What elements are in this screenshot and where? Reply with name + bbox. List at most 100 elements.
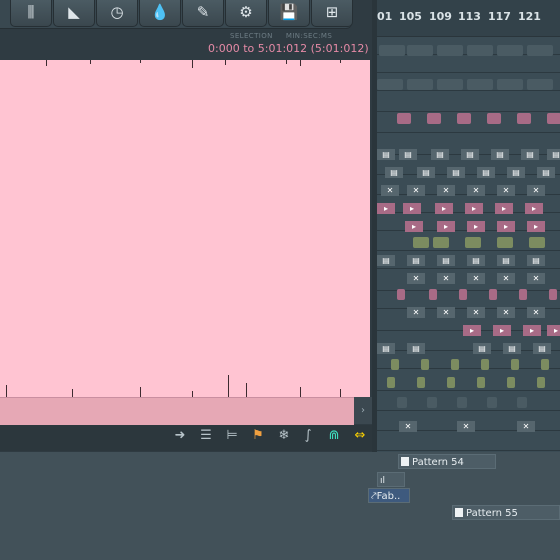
track-clip[interactable]: [467, 45, 493, 56]
indent-icon[interactable]: ⊨: [222, 428, 242, 443]
pattern-clip[interactable]: ✕: [497, 185, 515, 196]
track-clip[interactable]: [489, 289, 497, 300]
track-clip[interactable]: [437, 79, 463, 90]
pattern-clip[interactable]: ✕: [467, 273, 485, 284]
pattern-clip[interactable]: ▤: [377, 255, 395, 266]
pattern-clip[interactable]: ▸: [547, 325, 560, 336]
pattern-clip[interactable]: ▤: [377, 343, 395, 354]
track-clip[interactable]: [421, 359, 429, 370]
track-clip[interactable]: [527, 45, 553, 56]
track-clip[interactable]: [407, 79, 433, 90]
drop-button[interactable]: 💧: [139, 0, 181, 27]
track-clip[interactable]: [429, 289, 437, 300]
pattern-clip[interactable]: ▤: [503, 343, 521, 354]
waveform-view[interactable]: [0, 60, 370, 397]
pattern-clip[interactable]: ▸: [377, 203, 395, 214]
tuner-button[interactable]: ⚙: [225, 0, 267, 27]
pattern-clip[interactable]: ▤: [491, 149, 509, 160]
pattern-clip[interactable]: ▸: [405, 221, 423, 232]
pattern-clip[interactable]: ✕: [527, 273, 545, 284]
pattern-clip[interactable]: ✕: [527, 307, 545, 318]
align-icon[interactable]: ☰: [196, 428, 216, 443]
track-clip[interactable]: [457, 397, 467, 408]
track-clip[interactable]: [391, 359, 399, 370]
track-clip[interactable]: [447, 377, 455, 388]
pattern-clip[interactable]: ▤: [473, 343, 491, 354]
clock-button[interactable]: ◷: [96, 0, 138, 27]
pattern-clip[interactable]: ✕: [437, 307, 455, 318]
curve-icon[interactable]: ∫: [298, 428, 318, 443]
track-clip[interactable]: [387, 377, 395, 388]
pattern-clip[interactable]: Pattern 54: [398, 454, 496, 469]
pattern-clip[interactable]: ✕: [437, 273, 455, 284]
automation-clip[interactable]: ıl: [377, 472, 405, 487]
track-clip[interactable]: [459, 289, 467, 300]
horizontal-scrollbar[interactable]: [0, 397, 354, 425]
track-clip[interactable]: [547, 113, 560, 124]
track-clip[interactable]: [397, 397, 407, 408]
pattern-clip[interactable]: ✕: [381, 185, 399, 196]
pattern-clip[interactable]: ✕: [467, 307, 485, 318]
automation-clip-fab[interactable]: ⤤Fab..: [368, 488, 410, 503]
pattern-clip[interactable]: ✕: [399, 421, 417, 432]
magnet-icon[interactable]: ⋒: [324, 428, 344, 443]
pattern-clip[interactable]: ▸: [525, 203, 543, 214]
pattern-clip[interactable]: ✕: [437, 185, 455, 196]
pattern-clip[interactable]: ▤: [527, 255, 545, 266]
pattern-clip[interactable]: ✕: [407, 273, 425, 284]
track-clip[interactable]: [437, 45, 463, 56]
pattern-clip[interactable]: ✕: [497, 273, 515, 284]
track-clip[interactable]: [465, 237, 481, 248]
pattern-clip[interactable]: ▤: [533, 343, 551, 354]
pattern-clip[interactable]: ✕: [467, 185, 485, 196]
track-clip[interactable]: [481, 359, 489, 370]
timeline-ruler[interactable]: 01 105 109 113 117 121: [377, 0, 560, 37]
pattern-clip[interactable]: ✕: [497, 307, 515, 318]
track-clip[interactable]: [529, 237, 545, 248]
feather-button[interactable]: ✎: [182, 0, 224, 27]
pattern-clip[interactable]: ✕: [517, 421, 535, 432]
pattern-clip[interactable]: ▸: [493, 325, 511, 336]
playlist-lower-tracks[interactable]: Pattern 54 ıl ⤤Fab.. Pattern 55: [0, 452, 560, 560]
pattern-clip[interactable]: ▸: [527, 221, 545, 232]
pattern-clip[interactable]: ▤: [547, 149, 560, 160]
pattern-clip[interactable]: ▤: [417, 167, 435, 178]
pattern-clip[interactable]: ▤: [385, 167, 403, 178]
pattern-clip[interactable]: ▤: [431, 149, 449, 160]
arrow-right-icon[interactable]: ➜: [170, 428, 190, 443]
spectrum-button[interactable]: ⫼: [10, 0, 52, 27]
pattern-clip[interactable]: ▤: [437, 255, 455, 266]
track-clip[interactable]: [407, 45, 433, 56]
pattern-clip[interactable]: ▤: [537, 167, 555, 178]
pattern-clip[interactable]: ▤: [477, 167, 495, 178]
pattern-clip[interactable]: ▤: [467, 255, 485, 266]
pattern-clip[interactable]: ▸: [465, 203, 483, 214]
track-clip[interactable]: [517, 397, 527, 408]
pattern-clip[interactable]: ▤: [461, 149, 479, 160]
pattern-clip[interactable]: ✕: [527, 185, 545, 196]
snowflake-icon[interactable]: ❄: [274, 428, 294, 443]
pattern-clip[interactable]: ✕: [407, 307, 425, 318]
pattern-clip[interactable]: ▸: [495, 203, 513, 214]
pattern-clip[interactable]: ▤: [377, 149, 395, 160]
track-clip[interactable]: [467, 79, 493, 90]
track-clip[interactable]: [511, 359, 519, 370]
pattern-clip[interactable]: ▸: [437, 221, 455, 232]
track-clip[interactable]: [397, 289, 405, 300]
pattern-clip[interactable]: ▸: [463, 325, 481, 336]
track-clip[interactable]: [487, 113, 501, 124]
track-clip[interactable]: [519, 289, 527, 300]
track-clip[interactable]: [433, 237, 449, 248]
pattern-clip[interactable]: ▸: [523, 325, 541, 336]
track-clip[interactable]: [451, 359, 459, 370]
pattern-clip[interactable]: ▤: [497, 255, 515, 266]
track-clip[interactable]: [377, 79, 403, 90]
track-clip[interactable]: [497, 45, 523, 56]
pattern-clip[interactable]: ▤: [407, 255, 425, 266]
track-clip[interactable]: [427, 113, 441, 124]
flag-icon[interactable]: ⚑: [248, 428, 268, 443]
pattern-clip[interactable]: ✕: [457, 421, 475, 432]
track-clip[interactable]: [527, 79, 553, 90]
pattern-clip[interactable]: ▤: [447, 167, 465, 178]
playlist-tracks[interactable]: ▤ ▤ ▤ ▤ ▤ ▤ ▤ ▤ ▤ ▤ ▤ ▤ ▤ ✕ ✕ ✕ ✕ ✕ ✕ ▸ ▸ ▸ ▸ ▸ ▸ ▸ ▸ ▸ ▸ ▸ ▤ ▤ ▤ ▤ ▤ ▤ ✕ ✕ ✕ ✕…: [377, 37, 560, 457]
